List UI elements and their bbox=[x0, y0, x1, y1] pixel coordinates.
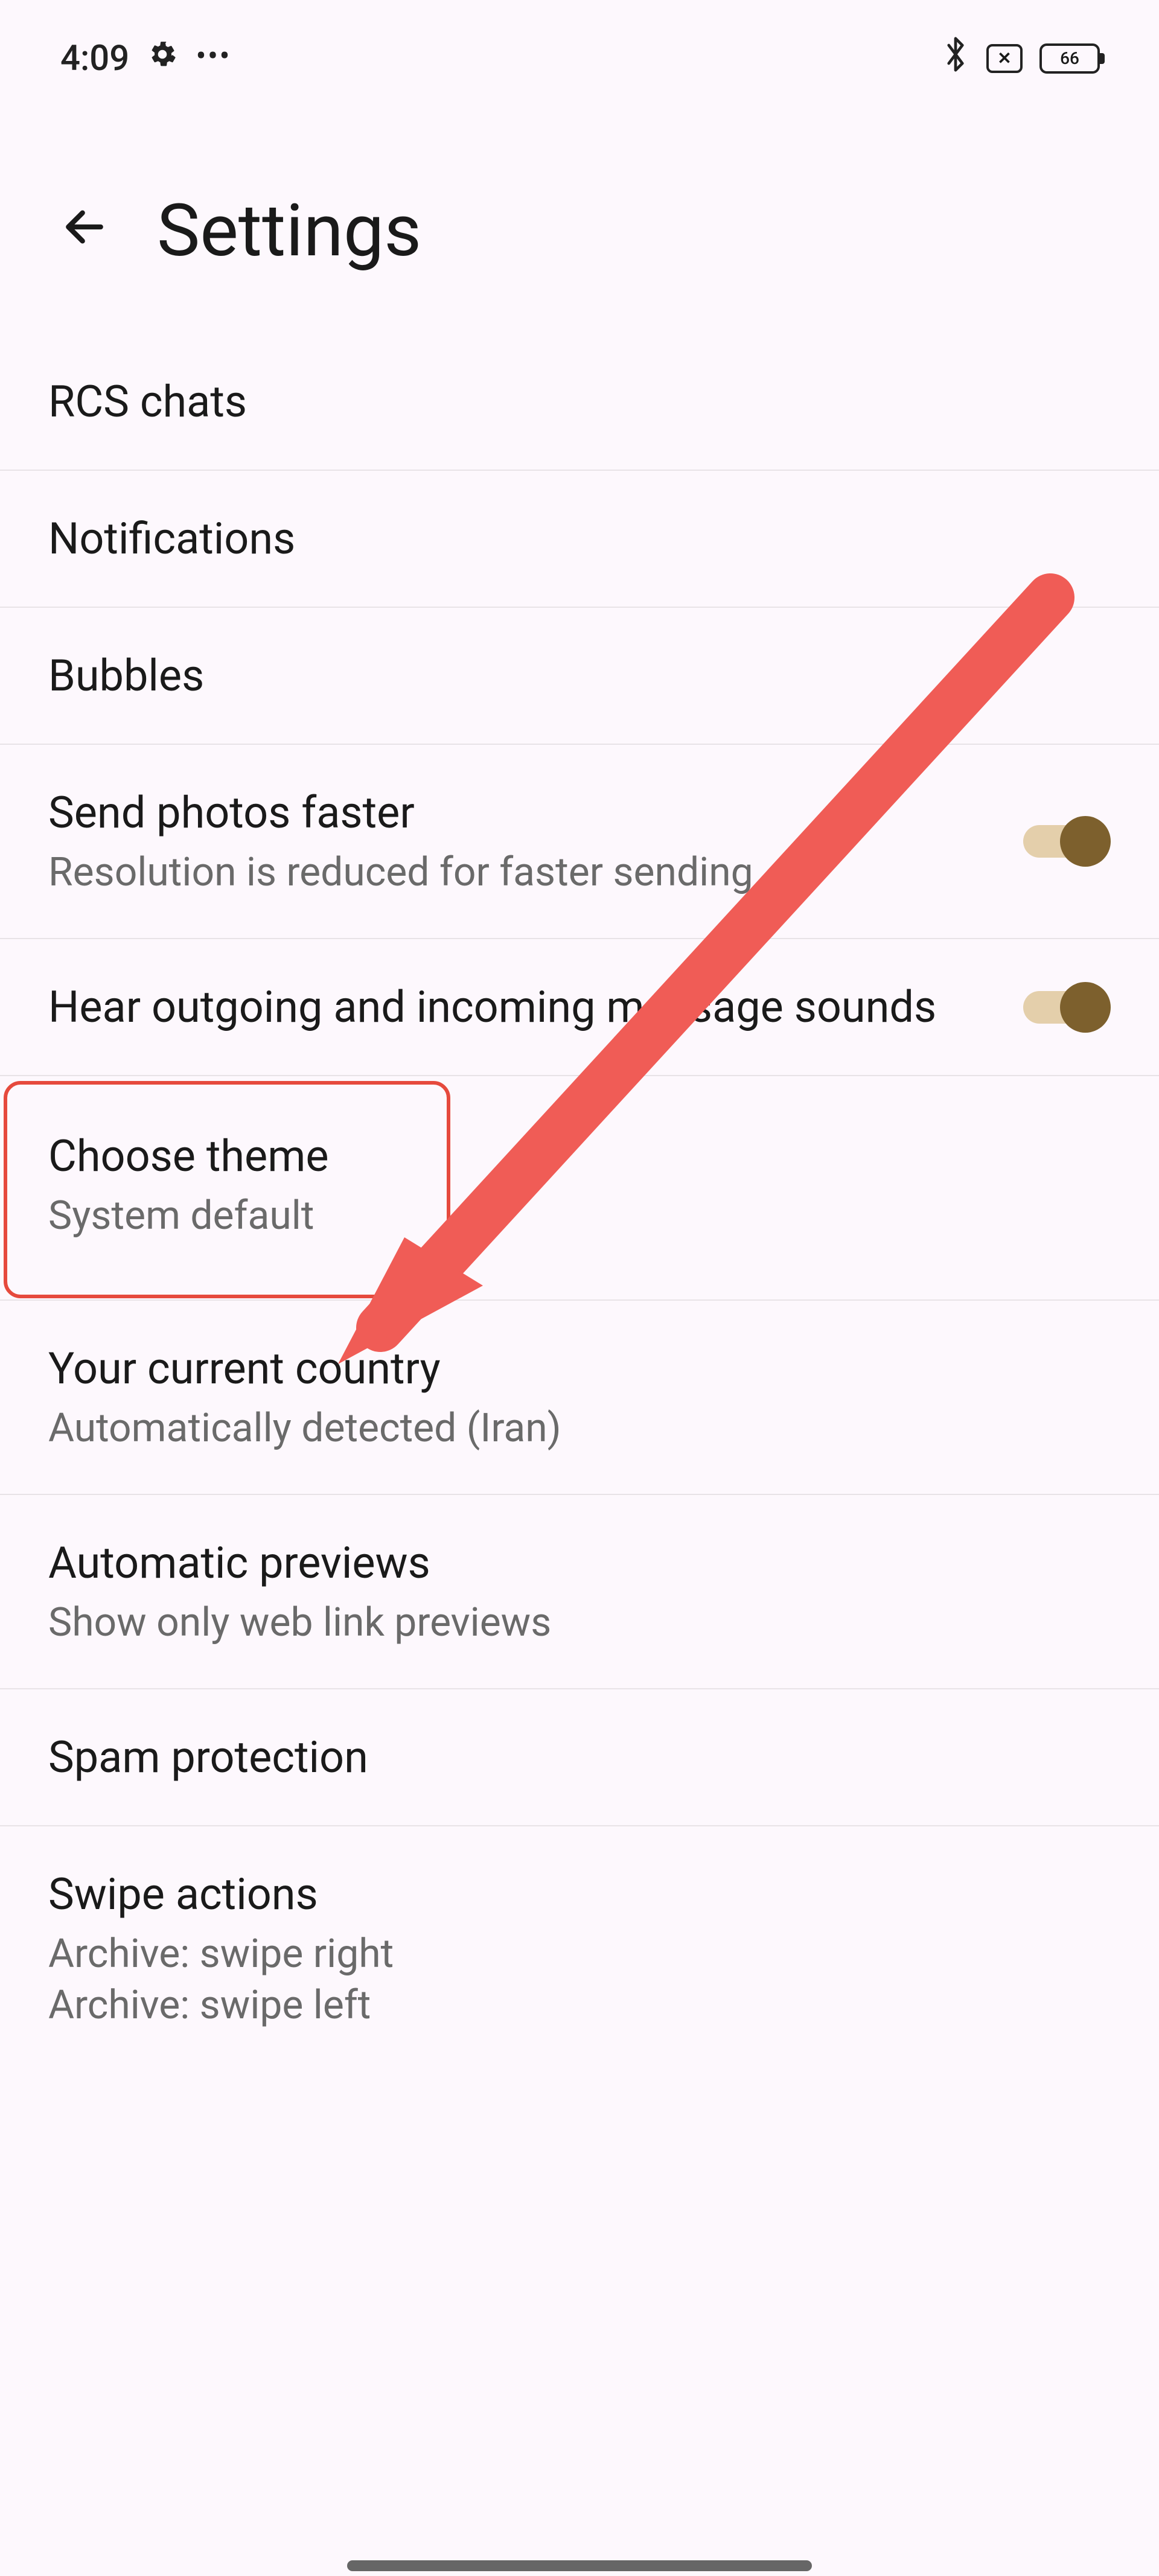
setting-swipe-actions[interactable]: Swipe actions Archive: swipe right Archi… bbox=[0, 1826, 1159, 2053]
setting-automatic-previews[interactable]: Automatic previews Show only web link pr… bbox=[0, 1495, 1159, 1689]
setting-title: Automatic previews bbox=[48, 1537, 551, 1589]
bluetooth-icon bbox=[942, 36, 969, 80]
battery-indicator: 66 bbox=[1039, 43, 1105, 74]
setting-title: Swipe actions bbox=[48, 1869, 394, 1920]
nav-handle[interactable] bbox=[347, 2560, 812, 2571]
setting-subtitle: Archive: swipe left bbox=[48, 1982, 394, 2029]
setting-bubbles[interactable]: Bubbles bbox=[0, 608, 1159, 745]
settings-status-icon bbox=[147, 39, 177, 77]
setting-title: RCS chats bbox=[48, 376, 247, 427]
rotation-lock-icon bbox=[986, 44, 1023, 73]
setting-title: Notifications bbox=[48, 513, 295, 564]
setting-title: Bubbles bbox=[48, 650, 204, 701]
more-status-icon: ••• bbox=[196, 37, 231, 74]
page-title: Settings bbox=[157, 189, 421, 273]
setting-title: Hear outgoing and incoming message sound… bbox=[48, 981, 936, 1033]
setting-title: Spam protection bbox=[48, 1732, 368, 1783]
status-bar: 4:09 ••• 66 bbox=[0, 0, 1159, 104]
setting-spam-protection[interactable]: Spam protection bbox=[0, 1689, 1159, 1826]
setting-subtitle: Resolution is reduced for faster sending bbox=[48, 849, 753, 896]
setting-title: Send photos faster bbox=[48, 787, 753, 838]
status-time: 4:09 bbox=[60, 38, 129, 79]
setting-message-sounds[interactable]: Hear outgoing and incoming message sound… bbox=[0, 939, 1159, 1076]
setting-rcs-chats[interactable]: RCS chats bbox=[0, 334, 1159, 471]
setting-choose-theme[interactable]: Choose theme System default bbox=[0, 1076, 1159, 1301]
setting-subtitle: Automatically detected (Iran) bbox=[48, 1405, 561, 1452]
setting-title: Choose theme bbox=[48, 1130, 329, 1182]
setting-subtitle: System default bbox=[48, 1193, 329, 1239]
toggle-send-photos[interactable] bbox=[1020, 817, 1111, 866]
setting-send-photos-faster[interactable]: Send photos faster Resolution is reduced… bbox=[0, 745, 1159, 939]
setting-subtitle: Archive: swipe right bbox=[48, 1931, 394, 1977]
setting-subtitle: Show only web link previews bbox=[48, 1599, 551, 1646]
back-button[interactable] bbox=[60, 203, 109, 260]
toggle-message-sounds[interactable] bbox=[1020, 983, 1111, 1031]
setting-notifications[interactable]: Notifications bbox=[0, 471, 1159, 608]
app-header: Settings bbox=[0, 104, 1159, 334]
setting-title: Your current country bbox=[48, 1343, 561, 1394]
setting-current-country[interactable]: Your current country Automatically detec… bbox=[0, 1301, 1159, 1495]
